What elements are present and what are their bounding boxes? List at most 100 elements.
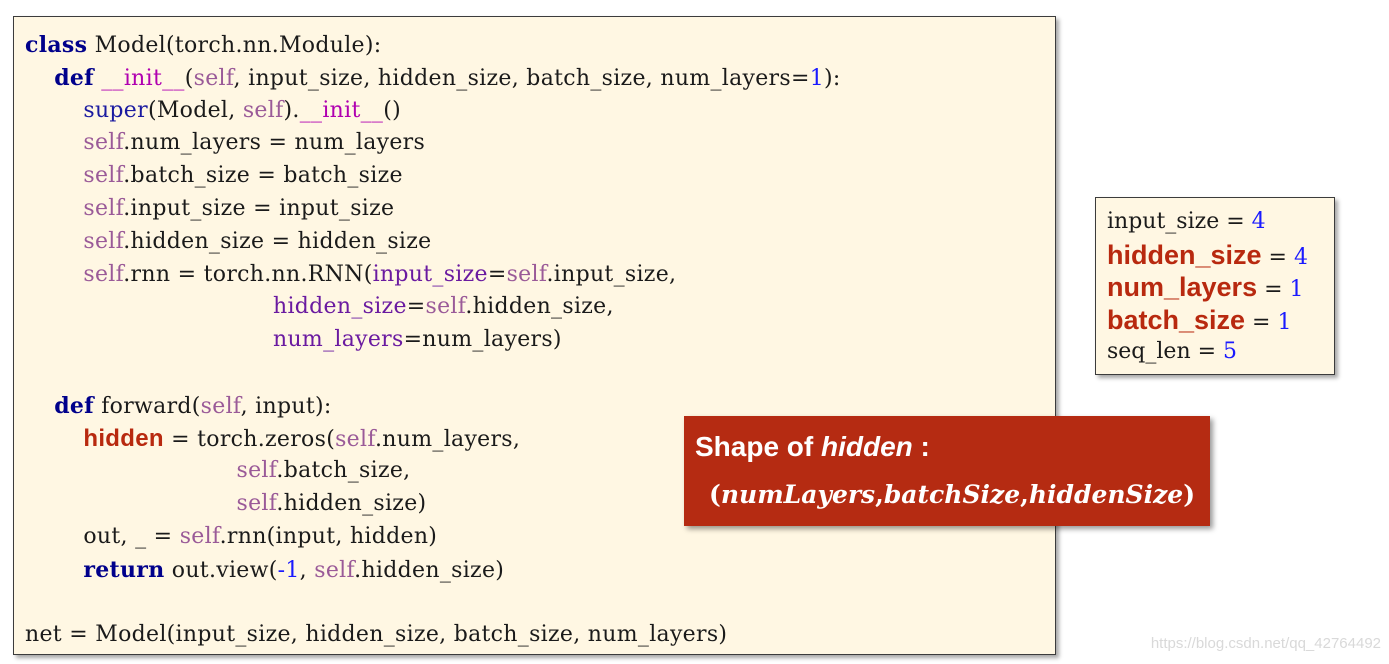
code-token-self: self xyxy=(506,261,547,287)
code-token-self: self xyxy=(193,65,234,91)
param-name: hidden_size xyxy=(1107,239,1262,270)
code-panel: class Model(torch.nn.Module): def __init… xyxy=(13,16,1056,655)
code-token-self: self xyxy=(425,294,466,320)
formula-open-paren: ( xyxy=(709,480,721,509)
code-line: self.rnn = torch.nn.RNN(input_size=self.… xyxy=(25,259,841,292)
callout-title: Shape of hidden : xyxy=(695,431,930,463)
code-token-self: self xyxy=(200,393,241,419)
watermark: https://blog.csdn.net/qq_42764492 xyxy=(1150,635,1381,652)
callout-title-emph: hidden xyxy=(821,431,913,462)
hidden-shape-callout: Shape of hidden : (numLayers,batchSize,h… xyxy=(684,416,1210,526)
equals-sign: = xyxy=(1190,339,1224,364)
equals-sign: = xyxy=(1219,209,1252,234)
formula-close-paren: ) xyxy=(1183,480,1196,509)
code-line: hidden_size=self.hidden_size, xyxy=(25,291,841,324)
code-line: self.input_size = input_size xyxy=(25,193,841,226)
code-token-self: self xyxy=(236,491,277,517)
code-token: .num_layers = num_layers xyxy=(123,130,426,156)
code-line: super(Model, self).__init__() xyxy=(25,95,841,128)
code-token: () xyxy=(383,97,401,123)
code-token-hl: hidden xyxy=(83,424,164,452)
code-line: def __init__(self, input_size, hidden_si… xyxy=(25,62,841,95)
code-token: net = Model(input_size, hidden_size, bat… xyxy=(25,622,728,648)
formula-dim: batchSize xyxy=(883,480,1021,509)
code-token: .hidden_size = hidden_size xyxy=(123,228,432,254)
code-token: .hidden_size) xyxy=(354,557,505,583)
formula-comma: , xyxy=(1020,480,1029,509)
param-value: 1 xyxy=(1289,277,1304,302)
code-line: self.batch_size = batch_size xyxy=(25,160,841,193)
callout-title-prefix: Shape of xyxy=(695,431,822,462)
param-line-input-size: input_size = 4 xyxy=(1107,206,1334,239)
code-token-kw: class xyxy=(25,32,88,58)
code-token-num: -1 xyxy=(277,557,300,583)
code-token: , input): xyxy=(240,393,332,419)
callout-title-suffix: : xyxy=(912,431,930,462)
code-token: out, _ = xyxy=(25,523,180,549)
code-token: .hidden_size, xyxy=(465,294,614,320)
code-token: =num_layers) xyxy=(403,327,562,353)
code-token-self: self xyxy=(83,195,124,221)
code-token-num: 1 xyxy=(809,65,825,91)
code-line: net = Model(input_size, hidden_size, bat… xyxy=(25,619,841,652)
param-line-hidden-size: hidden_size = 4 xyxy=(1107,239,1334,272)
code-line: class Model(torch.nn.Module): xyxy=(25,29,841,62)
equals-sign: = xyxy=(1261,244,1294,270)
code-token-self: self xyxy=(83,130,124,156)
param-line-seq-len: seq_len = 5 xyxy=(1107,336,1334,369)
code-line: self.hidden_size = hidden_size xyxy=(25,226,841,259)
code-token: , xyxy=(299,557,315,583)
param-line-batch-size: batch_size = 1 xyxy=(1107,304,1334,337)
code-token: .rnn(input, hidden) xyxy=(219,523,438,549)
code-token-kw: return xyxy=(83,556,165,583)
parameter-panel: input_size = 4 hidden_size = 4 num_layers … xyxy=(1095,197,1335,375)
code-token-kwarg: input_size xyxy=(372,261,488,287)
param-name: num_layers xyxy=(1107,272,1258,302)
code-line: return out.view(-1, self.hidden_size) xyxy=(25,554,841,587)
formula-dim: numLayers xyxy=(720,480,876,509)
code-token: = xyxy=(487,261,507,287)
code-token: , input_size, hidden_size, batch_size, n… xyxy=(233,65,810,91)
param-value: 4 xyxy=(1293,244,1308,270)
code-token: .input_size = input_size xyxy=(123,195,395,221)
code-token-self: self xyxy=(83,228,124,254)
param-name: input_size xyxy=(1107,209,1220,234)
param-value: 4 xyxy=(1251,209,1266,234)
equals-sign: = xyxy=(1257,277,1290,302)
code-token: = torch.zeros( xyxy=(163,426,336,452)
code-token-self: self xyxy=(83,163,124,189)
code-token-self: self xyxy=(335,426,375,452)
shape-formula: (numLayers,batchSize,hiddenSize) xyxy=(709,480,1195,509)
code-block: class Model(torch.nn.Module): def __init… xyxy=(25,29,841,652)
param-value: 5 xyxy=(1223,339,1238,364)
code-token-magic: __init__ xyxy=(101,65,185,91)
code-token: .num_layers, xyxy=(375,426,521,452)
code-token: .hidden_size) xyxy=(276,491,427,517)
code-token-self: self xyxy=(83,261,124,287)
code-token-kw: def xyxy=(54,64,94,91)
code-token: ): xyxy=(824,65,841,91)
code-token-self: self xyxy=(242,97,284,123)
code-token-self: self xyxy=(314,557,355,583)
code-token: ). xyxy=(283,97,300,123)
code-token-magic: __init__ xyxy=(299,97,384,123)
code-token: Model(torch.nn.Module): xyxy=(87,33,382,58)
code-token: .batch_size, xyxy=(276,458,411,484)
code-token: .batch_size = batch_size xyxy=(123,163,403,189)
code-token-self: self xyxy=(236,458,277,484)
code-token: forward( xyxy=(93,393,201,419)
code-token-kwarg: num_layers xyxy=(272,327,404,353)
code-token: ( xyxy=(184,65,194,91)
